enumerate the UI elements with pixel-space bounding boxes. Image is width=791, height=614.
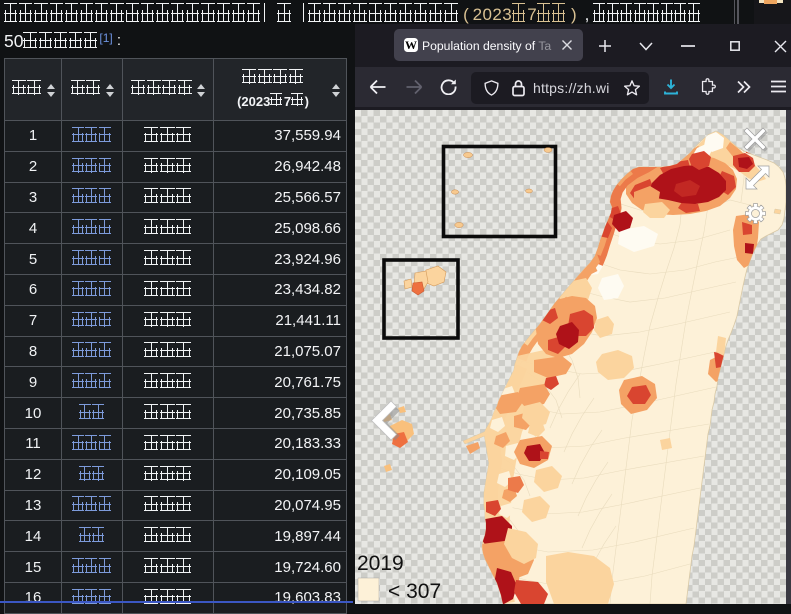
svg-text:2019: 2019: [357, 552, 404, 575]
svg-text:< 307: < 307: [388, 580, 441, 603]
